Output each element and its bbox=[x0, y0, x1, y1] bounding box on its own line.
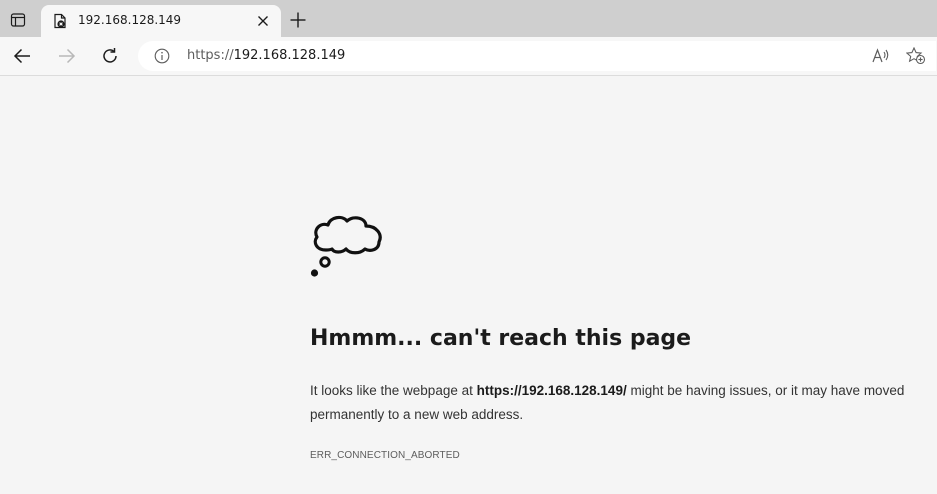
url-host: 192.168.128.149 bbox=[233, 48, 346, 63]
thought-cloud-icon bbox=[308, 206, 386, 280]
url-scheme: https:// bbox=[187, 48, 234, 63]
document-error-icon bbox=[52, 13, 68, 29]
message-prefix: It looks like the webpage at bbox=[310, 383, 477, 398]
active-tab[interactable]: 192.168.128.149 bbox=[41, 5, 281, 37]
refresh-icon[interactable] bbox=[98, 44, 122, 68]
arrow-left-icon[interactable] bbox=[10, 44, 34, 68]
plus-icon[interactable] bbox=[288, 10, 308, 30]
url-text[interactable]: https://192.168.128.149 bbox=[187, 48, 345, 63]
read-aloud-icon[interactable] bbox=[872, 48, 890, 64]
address-bar[interactable]: https://192.168.128.149 bbox=[138, 41, 936, 71]
page-title: Hmmm... can't reach this page bbox=[310, 326, 692, 351]
error-code: ERR_CONNECTION_ABORTED bbox=[310, 450, 460, 461]
close-icon[interactable] bbox=[255, 13, 271, 29]
tab-actions-icon[interactable] bbox=[6, 8, 30, 32]
message-url: https://192.168.128.149/ bbox=[476, 383, 627, 398]
tab-strip: 192.168.128.149 bbox=[0, 0, 937, 37]
error-message: It looks like the webpage at https://192… bbox=[310, 379, 910, 427]
arrow-right-icon[interactable] bbox=[55, 44, 79, 68]
tab-title: 192.168.128.149 bbox=[78, 13, 182, 27]
info-icon[interactable] bbox=[154, 48, 170, 64]
error-page: Hmmm... can't reach this page It looks l… bbox=[0, 76, 937, 494]
add-favorite-icon[interactable] bbox=[905, 46, 926, 65]
toolbar: https://192.168.128.149 bbox=[0, 37, 937, 76]
